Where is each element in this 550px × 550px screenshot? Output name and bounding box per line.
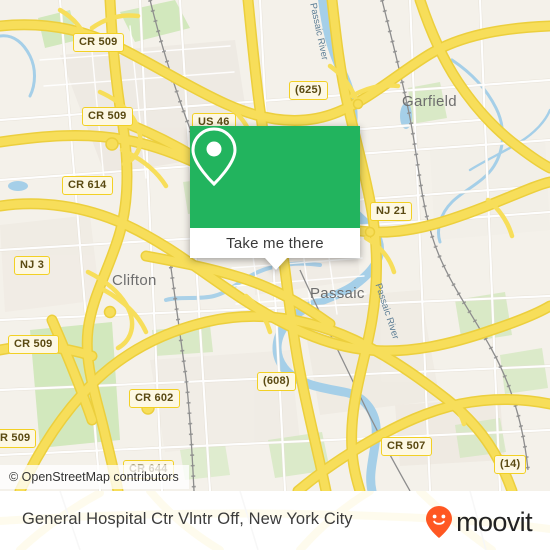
- road-shield-nj3: NJ 3: [14, 256, 51, 275]
- moovit-map-screenshot: .rd { fill:none; stroke:#f7de5a; stroke-…: [0, 0, 550, 550]
- location-popup-card[interactable]: Take me there: [190, 126, 360, 270]
- moovit-wordmark: moovit: [456, 506, 533, 537]
- road-shield-cr509-clipped: R 509: [0, 429, 37, 448]
- moovit-pin-smiley-icon: [426, 506, 453, 538]
- road-shield-cr509-top: CR 509: [73, 33, 124, 52]
- road-shield-608: (608): [257, 372, 296, 391]
- road-shield-cr509-mid: CR 509: [8, 335, 59, 354]
- road-shield-nj21: NJ 21: [370, 202, 413, 221]
- take-me-there-button[interactable]: Take me there: [190, 228, 360, 258]
- osm-attribution[interactable]: © OpenStreetMap contributors: [0, 465, 189, 489]
- road-shield-14: (14): [494, 455, 527, 474]
- moovit-brand-logo[interactable]: moovit: [424, 505, 533, 539]
- road-shield-625: (625): [289, 81, 328, 100]
- footer-bar: General Hospital Ctr Vlntr Off, New York…: [0, 491, 550, 550]
- popup-header: [190, 126, 360, 228]
- city-label-garfield: Garfield: [402, 93, 457, 110]
- road-shield-cr507: CR 507: [381, 437, 432, 456]
- popup-pointer-tail: [265, 258, 287, 270]
- city-label-passaic: Passaic: [310, 285, 365, 302]
- road-shield-cr614: CR 614: [62, 176, 113, 195]
- city-label-clifton: Clifton: [112, 272, 157, 289]
- place-title: General Hospital Ctr Vlntr Off, New York…: [22, 510, 353, 528]
- map-pin-icon: [191, 127, 237, 187]
- road-shield-cr509-upper: CR 509: [82, 107, 133, 126]
- road-shield-cr602: CR 602: [129, 389, 180, 408]
- map-canvas[interactable]: .rd { fill:none; stroke:#f7de5a; stroke-…: [0, 0, 550, 491]
